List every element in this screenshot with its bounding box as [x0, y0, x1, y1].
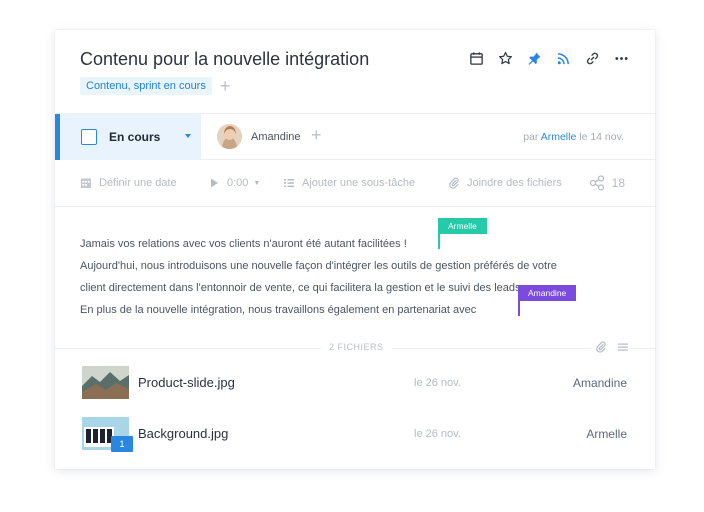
add-subtask-label: Ajouter une sous-tâche — [302, 177, 416, 189]
file-row[interactable]: Product-slide.jpg le 26 nov. Amandine — [82, 366, 627, 400]
rss-icon[interactable] — [555, 50, 572, 67]
status-label: En cours — [109, 130, 161, 144]
description-line: En plus de la nouvelle intégration, nous… — [80, 304, 477, 316]
attach-files-tool[interactable]: Joindre des fichiers — [448, 177, 588, 189]
star-icon[interactable] — [497, 50, 514, 67]
list-tag[interactable]: Contenu, sprint en cours — [80, 77, 212, 95]
task-actions — [468, 50, 630, 67]
collaborator-cursor — [518, 285, 520, 316]
title-row: Contenu pour la nouvelle intégration — [80, 48, 630, 74]
created-by: par Armelle le 14 nov. — [523, 131, 624, 143]
chevron-down-icon — [185, 134, 191, 138]
file-date: le 26 nov. — [414, 428, 461, 440]
paperclip-icon — [449, 177, 459, 189]
tags-row: Contenu, sprint en cours + — [80, 77, 230, 95]
collaborator-cursor-label: Amandine — [518, 285, 577, 301]
add-assignee-icon[interactable]: + — [311, 126, 322, 144]
file-name: Product-slide.jpg — [138, 375, 235, 390]
calendar-icon[interactable] — [468, 50, 485, 67]
avatar[interactable] — [217, 124, 242, 149]
status-row: En cours Amandine + par Armelle le 14 no… — [55, 113, 655, 160]
author-link[interactable]: Armelle — [541, 131, 577, 143]
files-count-label: 2 FICHIERS — [321, 342, 392, 352]
assignee-name[interactable]: Amandine — [251, 131, 301, 143]
pin-icon[interactable] — [526, 50, 543, 67]
timer-tool[interactable]: 0:00 ▼ — [208, 177, 283, 189]
file-uploader: Amandine — [572, 376, 627, 390]
timer-value: 0:00 — [227, 177, 249, 189]
file-name: Background.jpg — [138, 426, 229, 441]
created-date: le 14 nov. — [579, 131, 624, 143]
divider — [55, 206, 655, 207]
more-icon[interactable] — [613, 50, 630, 67]
description-line: Jamais vos relations avec vos clients n'… — [80, 238, 407, 250]
file-uploader: Armelle — [586, 427, 627, 441]
share-icon — [589, 175, 604, 191]
set-date-label: Définir une date — [99, 177, 177, 189]
file-date: le 26 nov. — [414, 377, 461, 389]
complete-checkbox[interactable] — [81, 129, 97, 145]
files-actions — [591, 341, 629, 353]
status-dropdown[interactable]: En cours — [55, 114, 201, 160]
play-icon — [211, 178, 218, 188]
task-tools-row: Définir une date 0:00 ▼ Ajouter une sous… — [80, 173, 625, 193]
byline-prefix: par — [523, 131, 539, 143]
followers-tool[interactable]: 18 — [589, 175, 625, 191]
link-icon[interactable] — [584, 50, 601, 67]
collaborator-cursor-label: Armelle — [438, 218, 487, 234]
comment-count-badge[interactable]: 1 — [111, 436, 133, 452]
followers-count: 18 — [611, 176, 625, 190]
attach-files-label: Joindre des fichiers — [467, 177, 562, 189]
paperclip-icon[interactable] — [595, 341, 607, 353]
file-row[interactable]: 1 Background.jpg le 26 nov. Armelle — [82, 417, 627, 452]
description-line: Aujourd'hui, nous introduisons une nouve… — [80, 260, 557, 272]
task-description[interactable]: Jamais vos relations avec vos clients n'… — [80, 233, 630, 321]
list-view-icon[interactable] — [617, 341, 629, 353]
add-tag-icon[interactable]: + — [220, 77, 231, 95]
task-detail-card: Contenu pour la nouvelle intégration Con… — [55, 30, 655, 469]
collaborator-cursor — [438, 218, 440, 249]
calendar-grid-icon — [81, 178, 91, 188]
list-icon — [284, 179, 294, 188]
timer-caret-icon: ▼ — [253, 179, 261, 187]
add-subtask-tool[interactable]: Ajouter une sous-tâche — [283, 177, 448, 189]
set-date-tool[interactable]: Définir une date — [80, 177, 208, 189]
file-thumbnail — [82, 366, 129, 399]
